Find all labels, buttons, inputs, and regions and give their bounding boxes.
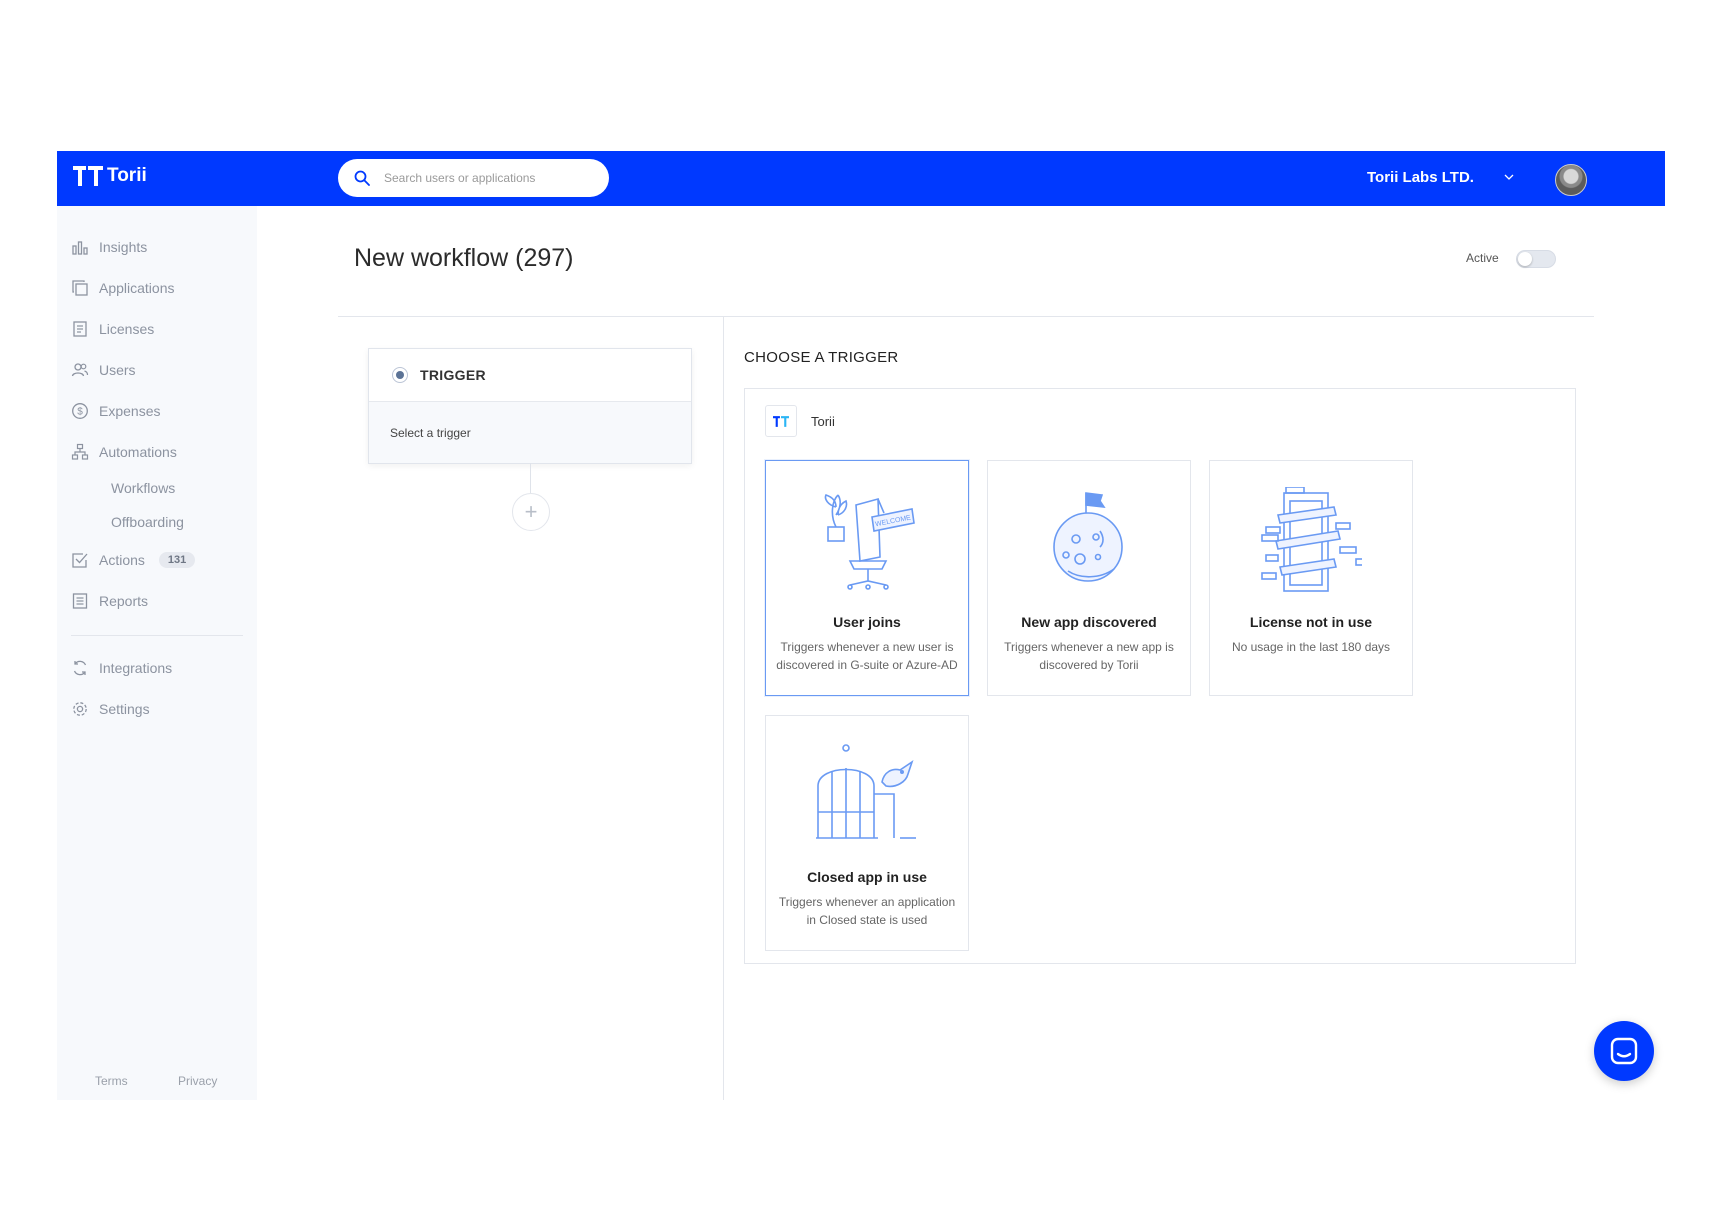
sidebar-subitem-offboarding[interactable]: Offboarding: [111, 514, 184, 530]
trigger-card-closed-app-in-use[interactable]: Closed app in use Triggers whenever an a…: [765, 715, 969, 951]
sidebar-item-reports[interactable]: Reports: [71, 590, 148, 612]
copy-icon: [72, 280, 88, 296]
trigger-step-title: TRIGGER: [420, 367, 486, 383]
sidebar-item-label: Integrations: [99, 660, 173, 676]
page-title[interactable]: New workflow (297): [354, 244, 574, 273]
toggle-knob: [1518, 252, 1532, 266]
app-window: Torii Torii Labs LTD. Insights Applicati…: [57, 151, 1665, 1100]
sidebar-item-integrations[interactable]: Integrations: [71, 657, 172, 679]
brand-name: Torii: [107, 165, 147, 186]
hierarchy-icon: [71, 443, 89, 460]
trigger-card-description: Triggers whenever an application in Clos…: [778, 895, 956, 927]
checkbox-icon: [72, 553, 88, 568]
torii-logo[interactable]: Torii: [73, 165, 147, 187]
active-toggle[interactable]: [1516, 250, 1556, 268]
trigger-card-license-not-in-use[interactable]: License not in use No usage in the last …: [1209, 460, 1413, 696]
sidebar-subitem-workflows[interactable]: Workflows: [111, 480, 175, 496]
sidebar-item-settings[interactable]: Settings: [71, 698, 150, 720]
search-box[interactable]: [338, 159, 609, 197]
active-label: Active: [1466, 251, 1499, 265]
trigger-card-description: Triggers whenever a new app is discovere…: [1004, 640, 1174, 672]
sidebar-item-licenses[interactable]: Licenses: [71, 318, 154, 340]
sidebar-item-users[interactable]: Users: [71, 359, 136, 381]
planet-flag-icon: [1053, 492, 1123, 582]
report-icon: [72, 593, 88, 609]
chat-launcher-button[interactable]: [1594, 1021, 1654, 1081]
open-birdcage-icon: [816, 744, 916, 839]
sidebar-item-label: Expenses: [99, 403, 161, 419]
bar-chart-icon: [72, 241, 88, 255]
avatar[interactable]: [1555, 164, 1587, 196]
trigger-card-description: Triggers whenever a new user is discover…: [776, 640, 958, 672]
trigger-card-title: User joins: [833, 614, 901, 630]
dollar-icon: $: [72, 403, 88, 419]
sidebar-item-automations[interactable]: Automations: [71, 441, 177, 463]
trigger-step-body[interactable]: Select a trigger: [369, 402, 691, 463]
sidebar-item-insights[interactable]: Insights: [71, 236, 147, 258]
sidebar-item-label: Reports: [99, 593, 149, 609]
search-input[interactable]: [382, 170, 586, 186]
trigger-card-title: Closed app in use: [807, 869, 927, 885]
document-icon: [73, 321, 87, 337]
torii-logo-icon: [73, 166, 103, 186]
sidebar-item-label: Settings: [99, 701, 150, 717]
trigger-card-description: No usage in the last 180 days: [1231, 640, 1391, 654]
sidebar-item-label: Users: [99, 362, 136, 378]
trigger-radio-icon: [392, 367, 408, 383]
torii-provider-logo-icon: [765, 405, 797, 437]
top-bar: Torii Torii Labs LTD.: [57, 151, 1665, 206]
privacy-link[interactable]: Privacy: [178, 1074, 217, 1088]
provider-header: Torii: [765, 405, 835, 437]
add-step-button[interactable]: +: [512, 493, 550, 531]
svg-text:$: $: [77, 407, 83, 418]
sidebar: Insights Applications Licenses Users $ E…: [57, 206, 257, 1100]
trigger-chooser-panel: Torii WELCOME User joins Triggers whenev…: [744, 388, 1576, 964]
sidebar-item-applications[interactable]: Applications: [71, 277, 175, 299]
trigger-card-title: New app discovered: [1021, 614, 1157, 630]
sidebar-item-label: Applications: [99, 280, 175, 296]
trigger-step-header: TRIGGER: [369, 349, 691, 402]
office-chair-welcome-icon: WELCOME: [824, 494, 915, 590]
sidebar-item-expenses[interactable]: $ Expenses: [71, 400, 160, 422]
trigger-card-new-app-discovered[interactable]: New app discovered Triggers whenever a n…: [987, 460, 1191, 696]
sidebar-item-label: Insights: [99, 239, 148, 255]
chat-icon: [1610, 1037, 1638, 1065]
actions-count-badge: 131: [158, 552, 196, 568]
users-icon: [71, 363, 89, 377]
terms-link[interactable]: Terms: [95, 1074, 128, 1088]
sidebar-item-actions[interactable]: Actions 131: [71, 549, 196, 571]
chevron-down-icon[interactable]: [1503, 171, 1515, 183]
gear-icon: [73, 702, 87, 716]
choose-trigger-title: CHOOSE A TRIGGER: [744, 349, 899, 366]
boarded-door-icon: [1261, 487, 1362, 592]
main-content: New workflow (297) Active TRIGGER Select…: [257, 206, 1665, 1100]
trigger-step-card[interactable]: TRIGGER Select a trigger: [368, 348, 692, 464]
column-divider: [723, 317, 724, 1100]
sidebar-item-label: Actions: [99, 552, 145, 568]
trigger-card-title: License not in use: [1249, 614, 1373, 630]
sync-icon: [73, 660, 87, 676]
sidebar-item-label: Licenses: [99, 321, 155, 337]
step-connector: [530, 463, 531, 493]
sidebar-divider: [71, 635, 243, 636]
header-divider: [338, 316, 1594, 317]
trigger-card-user-joins[interactable]: WELCOME User joins Triggers whenever a n…: [765, 460, 969, 696]
provider-name: Torii: [811, 413, 835, 429]
org-name[interactable]: Torii Labs LTD.: [1367, 169, 1474, 186]
sidebar-item-label: Automations: [99, 444, 177, 460]
search-icon: [354, 170, 370, 186]
